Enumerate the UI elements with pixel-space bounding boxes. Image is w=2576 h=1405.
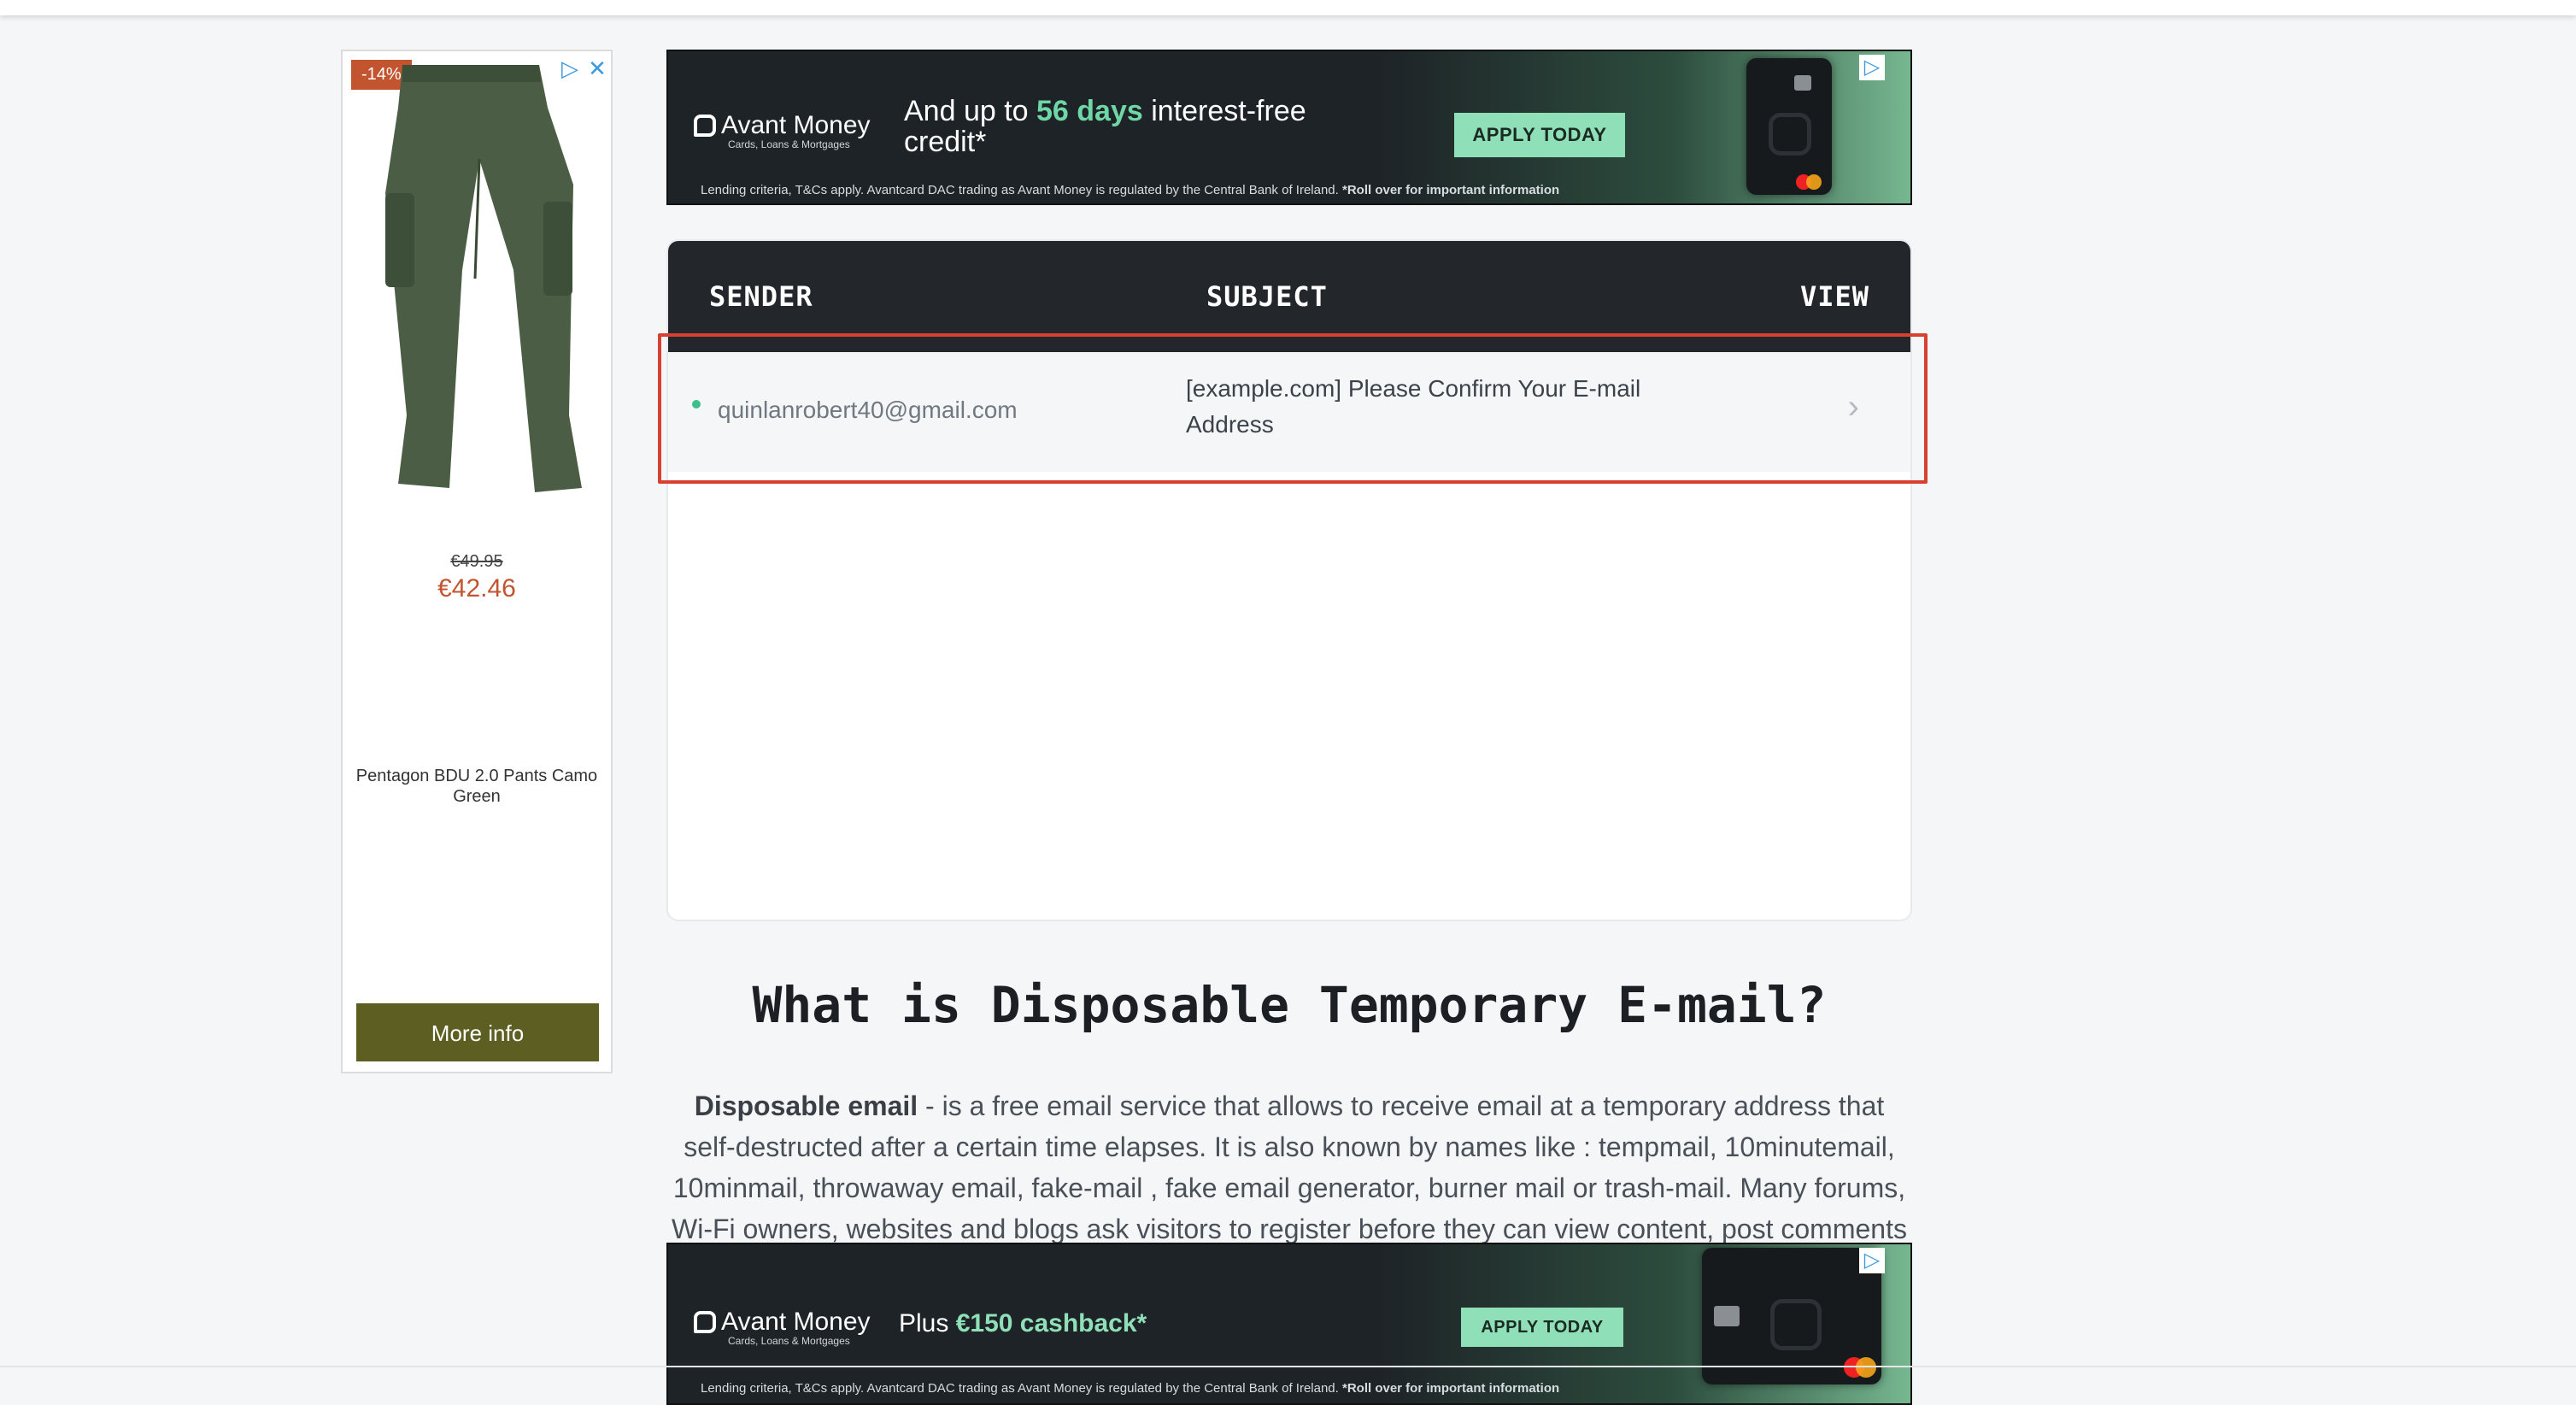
chevron-right-icon[interactable]: › xyxy=(1848,388,1859,426)
top-bar xyxy=(0,0,2576,15)
inbox-header: SENDER SUBJECT VIEW xyxy=(668,241,1910,352)
page-bottom-divider xyxy=(0,1366,2576,1367)
apply-today-button[interactable]: APPLY TODAY xyxy=(1461,1308,1623,1347)
credit-card-image xyxy=(1702,1248,1881,1384)
banner-headline: Plus €150 cashback* xyxy=(899,1309,1147,1337)
adchoices-icon[interactable]: ▷ xyxy=(1859,55,1885,80)
banner-headline: And up to 56 days interest-free credit* xyxy=(904,95,1306,158)
email-row[interactable]: quinlanrobert40@gmail.com [example.com] … xyxy=(668,352,1910,472)
brand-logo: Avant Money Cards, Loans & Mortgages xyxy=(694,1308,871,1347)
brand-tagline: Cards, Loans & Mortgages xyxy=(728,1335,850,1347)
old-price: €49.95 xyxy=(450,552,503,571)
inbox-table: SENDER SUBJECT VIEW quinlanrobert40@gmai… xyxy=(666,239,1912,921)
banner-disclaimer: Lending criteria, T&Cs apply. Avantcard … xyxy=(701,183,1560,197)
sale-price: €42.46 xyxy=(437,574,516,603)
card-chip-icon xyxy=(1714,1306,1740,1326)
product-image[interactable] xyxy=(368,56,582,501)
email-subject[interactable]: [example.com] Please Confirm Your E-mail… xyxy=(1186,371,1664,443)
apply-today-button[interactable]: APPLY TODAY xyxy=(1454,113,1625,157)
more-info-button[interactable]: More info xyxy=(356,1003,599,1061)
avant-logo-icon xyxy=(694,1311,716,1333)
column-view: VIEW xyxy=(1799,280,1869,313)
product-ad[interactable]: -14% ▷ ✕ €49.95 €42.46 Pentagon BDU 2.0 … xyxy=(341,50,613,1073)
column-sender: SENDER xyxy=(709,280,813,313)
unread-dot-icon xyxy=(692,400,701,409)
section-title: What is Disposable Temporary E-mail? xyxy=(752,976,1827,1034)
adchoices-icon[interactable]: ▷ xyxy=(1859,1248,1885,1273)
credit-card-image xyxy=(1746,58,1832,195)
top-banner-ad[interactable]: Avant Money Cards, Loans & Mortgages And… xyxy=(666,50,1912,205)
brand-tagline: Cards, Loans & Mortgages xyxy=(728,138,850,150)
bottom-banner-ad[interactable]: Avant Money Cards, Loans & Mortgages Plu… xyxy=(666,1243,1912,1405)
avant-logo-icon xyxy=(694,115,716,137)
product-name[interactable]: Pentagon BDU 2.0 Pants Camo Green xyxy=(351,766,602,807)
brand-logo: Avant Money Cards, Loans & Mortgages xyxy=(694,111,871,150)
banner-disclaimer: Lending criteria, T&Cs apply. Avantcard … xyxy=(701,1381,1560,1396)
email-sender[interactable]: quinlanrobert40@gmail.com xyxy=(718,397,1018,424)
card-chip-icon xyxy=(1794,75,1811,91)
column-subject: SUBJECT xyxy=(1206,280,1328,313)
section-paragraph: Disposable email - is a free email servi… xyxy=(672,1090,1907,1243)
close-icon[interactable]: ✕ xyxy=(585,56,609,80)
